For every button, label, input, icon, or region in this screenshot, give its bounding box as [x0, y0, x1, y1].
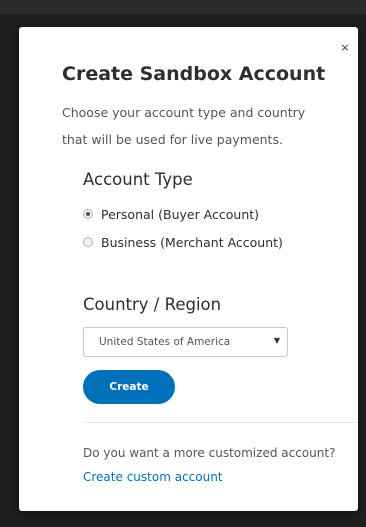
subtitle-line-1: Choose your account type and country — [62, 105, 306, 120]
create-sandbox-account-dialog: × Create Sandbox Account Choose your acc… — [19, 27, 358, 511]
country-select-value: United States of America — [99, 336, 231, 348]
subtitle-line-2: that will be used for live payments. — [62, 132, 283, 147]
create-button[interactable]: Create — [83, 370, 175, 404]
custom-account-question: Do you want a more customized account? — [83, 446, 336, 460]
radio-personal-account[interactable]: Personal (Buyer Account) — [83, 205, 259, 223]
backdrop-top-strip — [0, 0, 366, 14]
radio-unchecked-icon[interactable] — [83, 237, 93, 247]
radio-personal-label: Personal (Buyer Account) — [101, 206, 260, 222]
dialog-subtitle: Choose your account type and country tha… — [62, 99, 332, 153]
dialog-title: Create Sandbox Account — [62, 63, 326, 85]
close-button[interactable]: × — [338, 41, 352, 55]
account-type-heading: Account Type — [83, 170, 193, 189]
country-region-heading: Country / Region — [83, 295, 222, 314]
radio-business-label: Business (Merchant Account) — [101, 234, 283, 250]
radio-business-account[interactable]: Business (Merchant Account) — [83, 233, 283, 251]
country-select[interactable]: United States of America ▼ — [83, 327, 288, 357]
divider — [83, 422, 358, 423]
radio-checked-icon[interactable] — [83, 209, 93, 219]
create-custom-account-link[interactable]: Create custom account — [83, 470, 223, 484]
chevron-down-icon: ▼ — [273, 336, 280, 345]
